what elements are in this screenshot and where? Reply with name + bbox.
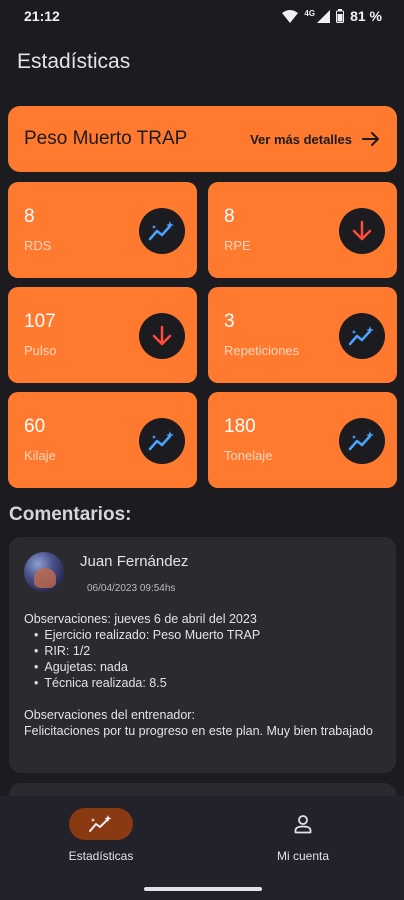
signal-icon	[317, 9, 331, 23]
stat-label: RPE	[224, 238, 251, 253]
list-item: Ejercicio realizado: Peso Muerto TRAP	[34, 627, 384, 643]
stat-label: Kilaje	[24, 448, 56, 463]
stat-label: Pulso	[24, 343, 57, 358]
bottom-nav: Estadísticas Mi cuenta	[0, 796, 404, 900]
stat-value: 107	[24, 311, 56, 332]
nav-indicator	[271, 808, 335, 840]
status-bar: 21:12 4G 81 %	[0, 0, 404, 32]
comment-card: Juan Fernández 06/04/2023 09:54hs Observ…	[9, 537, 396, 773]
nav-label: Estadísticas	[68, 849, 134, 863]
stat-value: 8	[24, 206, 35, 227]
stat-label: RDS	[24, 238, 52, 253]
list-item: Técnica realizada: 8.5	[34, 675, 384, 691]
stat-card-kilaje[interactable]: 60 Kilaje	[8, 392, 197, 488]
comment-body: Observaciones: jueves 6 de abril del 202…	[24, 611, 384, 739]
arrow-down-icon	[139, 313, 185, 359]
coach-observations-text: Felicitaciones por tu progreso en este p…	[24, 724, 373, 738]
arrow-down-icon	[339, 208, 385, 254]
stat-card-tonelaje[interactable]: 180 Tonelaje	[208, 392, 397, 488]
trend-up-icon	[339, 418, 385, 464]
status-time: 21:12	[24, 8, 60, 24]
stat-label: Tonelaje	[224, 448, 273, 463]
arrow-right-icon	[362, 132, 379, 146]
nav-label: Mi cuenta	[276, 849, 330, 863]
stat-value: 3	[224, 311, 235, 332]
stats-grid: 8 RDS 8 RPE 107 Pulso 3 Repeticiones 60 …	[8, 182, 397, 488]
exercise-name: Peso Muerto TRAP	[24, 128, 188, 149]
list-item: Agujetas: nada	[34, 659, 384, 675]
details-label: Ver más detalles	[250, 131, 352, 147]
stat-label: Repeticiones	[224, 343, 300, 358]
battery-icon	[336, 9, 345, 23]
nav-indicator	[69, 808, 133, 840]
trend-up-icon	[339, 313, 385, 359]
details-link[interactable]: Ver más detalles	[250, 131, 380, 147]
avatar	[24, 552, 64, 592]
page-title: Estadísticas	[17, 50, 131, 73]
comment-date: 06/04/2023 09:54hs	[87, 583, 176, 594]
list-item: RIR: 1/2	[34, 643, 384, 659]
network-label: 4G	[304, 8, 316, 18]
stat-card-repeticiones[interactable]: 3 Repeticiones	[208, 287, 397, 383]
exercise-card[interactable]: Peso Muerto TRAP Ver más detalles	[8, 106, 397, 172]
stat-card-rds[interactable]: 8 RDS	[8, 182, 197, 278]
observations-title: Observaciones: jueves 6 de abril del 202…	[24, 612, 257, 626]
home-indicator[interactable]	[144, 887, 262, 891]
stat-card-pulso[interactable]: 107 Pulso	[8, 287, 197, 383]
stat-value: 180	[224, 416, 256, 437]
person-icon	[294, 815, 312, 834]
coach-observations-title: Observaciones del entrenador:	[24, 708, 195, 722]
observations-list: Ejercicio realizado: Peso Muerto TRAP RI…	[24, 627, 384, 691]
stat-value: 8	[224, 206, 235, 227]
battery-percent: 81 %	[350, 8, 382, 24]
stat-card-rpe[interactable]: 8 RPE	[208, 182, 397, 278]
wifi-icon	[282, 9, 299, 23]
trend-up-icon	[139, 208, 185, 254]
stat-value: 60	[24, 416, 46, 437]
trend-up-icon	[139, 418, 185, 464]
status-icons: 4G 81 %	[282, 8, 382, 24]
comment-author: Juan Fernández	[80, 553, 189, 570]
trending-icon	[89, 815, 112, 832]
comments-title: Comentarios:	[9, 504, 132, 525]
